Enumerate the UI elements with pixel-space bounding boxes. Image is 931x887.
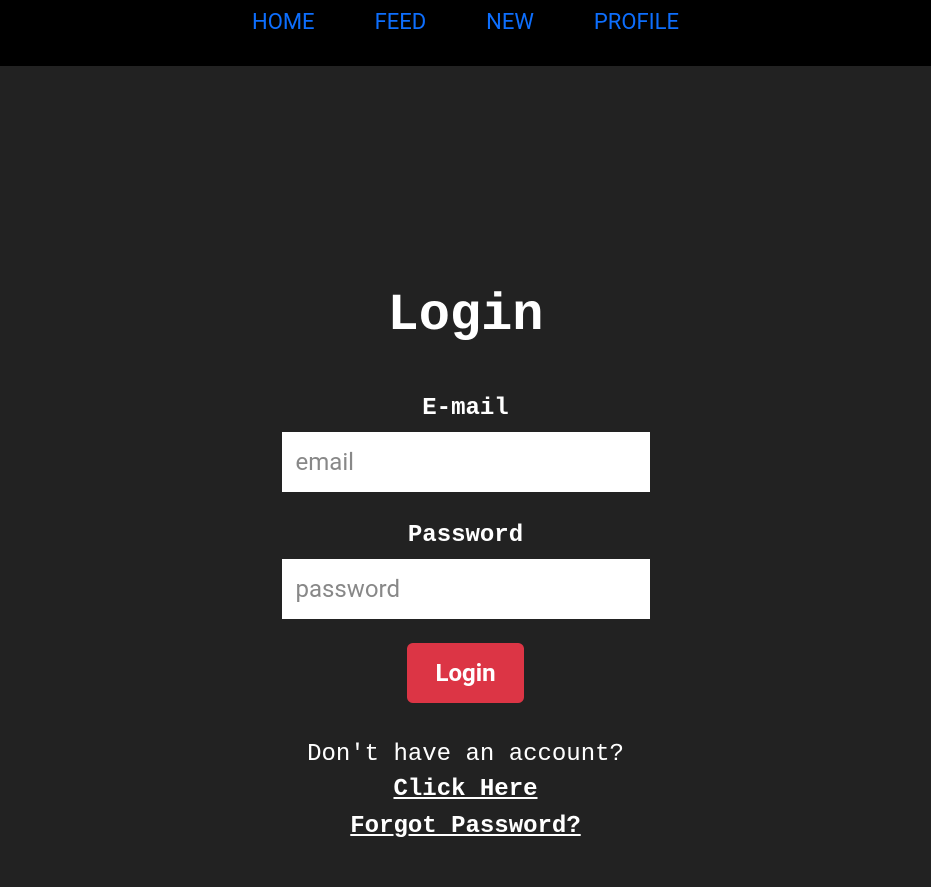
login-form-container: Login E-mail Password Login Don't have a… [0, 66, 931, 850]
no-account-text: Don't have an account? [307, 741, 624, 768]
login-button[interactable]: Login [407, 643, 523, 703]
email-group: E-mail [282, 395, 650, 492]
forgot-password-link[interactable]: Forgot Password? [350, 813, 580, 840]
password-input[interactable] [282, 559, 650, 619]
password-label: Password [408, 522, 523, 549]
signup-link[interactable]: Click Here [393, 776, 537, 803]
navbar: HOME FEED NEW PROFILE [0, 0, 931, 66]
page-title: Login [387, 286, 543, 345]
nav-feed[interactable]: FEED [375, 10, 427, 35]
nav-profile[interactable]: PROFILE [594, 10, 679, 35]
password-group: Password [282, 522, 650, 619]
email-input[interactable] [282, 432, 650, 492]
nav-new[interactable]: NEW [486, 10, 534, 35]
nav-home[interactable]: HOME [252, 10, 315, 35]
email-label: E-mail [422, 395, 508, 422]
